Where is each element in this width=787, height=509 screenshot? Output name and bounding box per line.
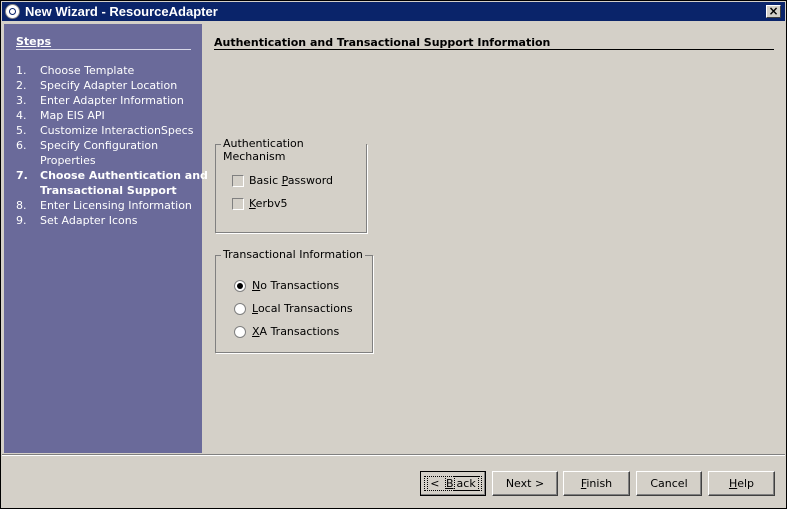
title-bar: New Wizard - ResourceAdapter × — [2, 2, 785, 21]
cancel-button[interactable]: Cancel — [636, 471, 702, 496]
app-logo-icon — [5, 4, 20, 19]
steps-heading-divider — [16, 49, 191, 50]
authentication-legend: Authentication Mechanism — [221, 137, 366, 163]
step-label: Enter Adapter Information — [40, 94, 184, 107]
page-title: Authentication and Transactional Support… — [214, 36, 551, 49]
radio-button-selected[interactable] — [234, 280, 246, 292]
transaction-legend: Transactional Information — [221, 248, 365, 261]
step-label: Choose Template — [40, 64, 135, 77]
next-button[interactable]: Next > — [492, 471, 558, 496]
radio-button[interactable] — [234, 303, 246, 315]
transaction-group: Transactional Information No Transaction… — [215, 248, 373, 353]
wizard-window: New Wizard - ResourceAdapter × Steps 1. C… — [0, 0, 787, 509]
step-number: 9. — [16, 214, 27, 227]
step-label: Set Adapter Icons — [40, 214, 138, 227]
help-button[interactable]: Help — [708, 471, 775, 496]
step-number: 8. — [16, 199, 27, 212]
page-title-divider — [214, 49, 774, 50]
window-title: New Wizard - ResourceAdapter — [25, 4, 218, 19]
authentication-group: Authentication Mechanism Basic Password … — [215, 137, 367, 233]
step-number: 6. — [16, 139, 27, 152]
checkbox-label: Kerbv5 — [249, 197, 288, 210]
radio-label: XA Transactions — [252, 325, 340, 338]
close-button[interactable]: × — [766, 5, 781, 18]
footer-separator — [2, 454, 785, 456]
checkbox-box[interactable] — [232, 198, 244, 210]
step-number: 1. — [16, 64, 27, 77]
step-number: 5. — [16, 124, 27, 137]
step-number: 3. — [16, 94, 27, 107]
step-label: Specify Configuration Properties — [40, 138, 158, 168]
step-label: Specify Adapter Location — [40, 79, 178, 92]
radio-button[interactable] — [234, 326, 246, 338]
step-label-line: Properties — [40, 154, 96, 167]
back-button[interactable]: < Back — [420, 471, 486, 496]
step-label-line: Specify Configuration — [40, 139, 159, 152]
steps-sidebar: Steps 1. Choose Template 2. Specify Adapte… — [4, 24, 208, 453]
step-label: Enter Licensing Information — [40, 199, 192, 212]
step-label: Customize InteractionSpecs — [40, 124, 194, 137]
radio-label: No Transactions — [252, 279, 340, 292]
step-label: Choose Authentication and Transactional S… — [40, 168, 208, 198]
checkbox-box[interactable] — [232, 175, 244, 187]
steps-heading: Steps — [16, 35, 52, 48]
checkbox-label: Basic Password — [249, 174, 334, 187]
finish-button[interactable]: Finish — [563, 471, 630, 496]
step-number: 7. — [16, 169, 28, 182]
radio-label: Local Transactions — [252, 302, 353, 315]
step-label-line: Choose Authentication and — [40, 169, 208, 182]
step-label: Map EIS API — [40, 109, 105, 122]
step-number: 2. — [16, 79, 27, 92]
step-label-line: Transactional Support — [40, 184, 177, 197]
step-number: 4. — [16, 109, 27, 122]
